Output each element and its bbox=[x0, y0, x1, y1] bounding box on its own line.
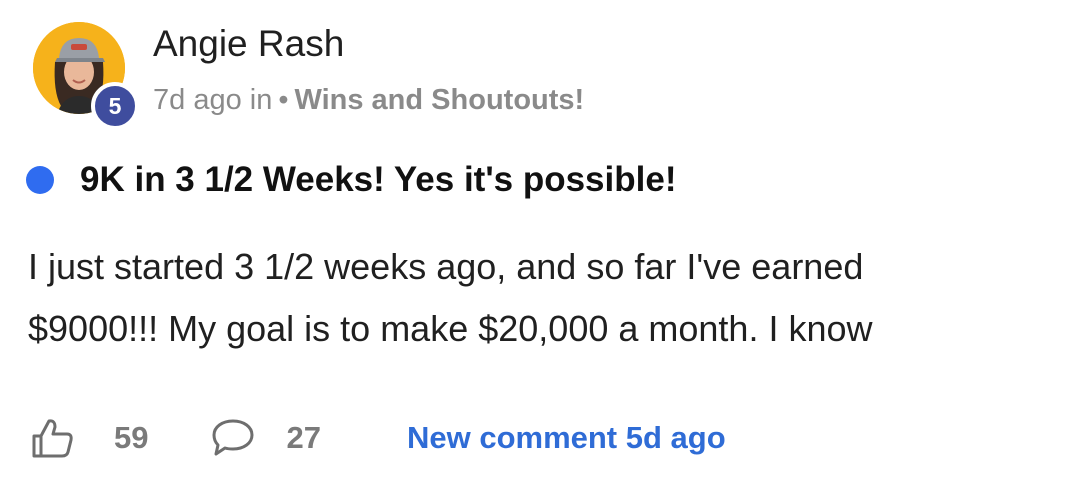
new-comment-link[interactable]: New comment 5d ago bbox=[407, 420, 726, 456]
post-meta: 7d ago in • Wins and Shoutouts! bbox=[153, 82, 584, 118]
like-count: 59 bbox=[114, 420, 149, 455]
author-avatar-group[interactable]: 5 bbox=[33, 22, 139, 130]
post-body[interactable]: I just started 3 1/2 weeks ago, and so f… bbox=[28, 236, 1048, 360]
post-footer: 59 27 New comment 5d ago bbox=[30, 412, 726, 464]
category-link[interactable]: Wins and Shoutouts! bbox=[294, 84, 584, 116]
unread-dot-icon bbox=[26, 166, 54, 194]
post-card[interactable]: 5 Angie Rash 7d ago in • Wins and Shoutout… bbox=[0, 0, 1080, 498]
thumbs-up-icon bbox=[30, 416, 74, 460]
level-badge: 5 bbox=[91, 82, 139, 130]
post-timestamp: 7d ago in bbox=[153, 84, 273, 116]
comment-button[interactable]: 27 bbox=[210, 417, 321, 459]
comment-count: 27 bbox=[286, 420, 321, 455]
speech-bubble-icon bbox=[210, 417, 256, 459]
post-body-line: $9000!!! My goal is to make $20,000 a mo… bbox=[28, 308, 873, 349]
like-button[interactable]: 59 bbox=[30, 416, 148, 460]
author-name[interactable]: Angie Rash bbox=[153, 22, 344, 66]
meta-separator: • bbox=[278, 84, 289, 116]
post-body-line: I just started 3 1/2 weeks ago, and so f… bbox=[28, 246, 864, 287]
post-title-row[interactable]: 9K in 3 1/2 Weeks! Yes it's possible! bbox=[26, 158, 676, 202]
post-title[interactable]: 9K in 3 1/2 Weeks! Yes it's possible! bbox=[80, 158, 676, 202]
